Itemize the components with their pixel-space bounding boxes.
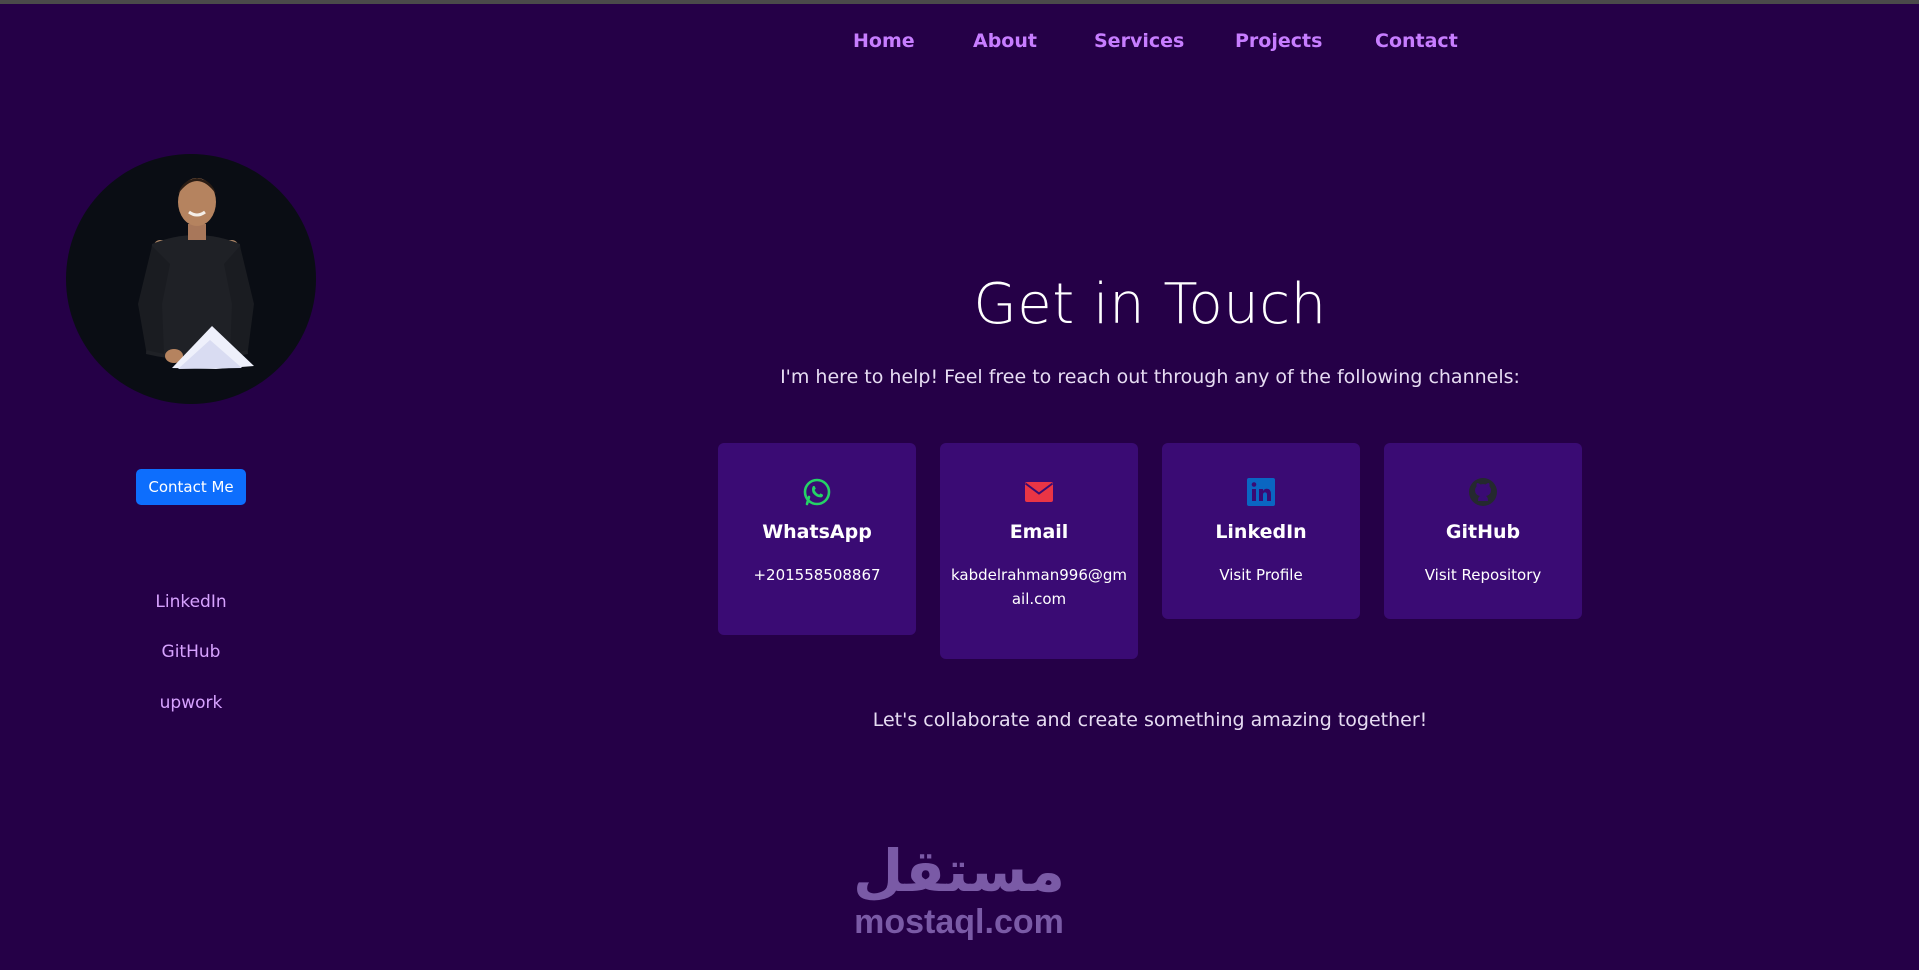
card-whatsapp[interactable]: WhatsApp +201558508867 [718, 443, 916, 635]
sidebar-link-github[interactable]: GitHub [110, 642, 272, 662]
nav-services[interactable]: Services [1094, 30, 1184, 52]
watermark-latin: mostaql.com [854, 903, 1064, 941]
card-title: LinkedIn [1215, 521, 1307, 543]
card-value: kabdelrahman996@gmail.com [951, 566, 1127, 608]
nav-contact[interactable]: Contact [1375, 30, 1458, 52]
watermark-arabic: مستقل [852, 837, 1066, 905]
sidebar-link-linkedin[interactable]: LinkedIn [110, 592, 272, 612]
linkedin-icon [1247, 478, 1275, 506]
nav-home[interactable]: Home [853, 30, 915, 52]
page-title: Get in Touch [973, 272, 1327, 337]
closing-text: Let's collaborate and create something a… [872, 709, 1428, 731]
nav-projects[interactable]: Projects [1235, 30, 1322, 52]
card-github[interactable]: GitHub Visit Repository [1384, 443, 1582, 619]
card-linkedin[interactable]: LinkedIn Visit Profile [1162, 443, 1360, 619]
contact-me-button[interactable]: Contact Me [136, 469, 246, 505]
sidebar-link-upwork[interactable]: upwork [110, 693, 272, 713]
main-nav: Home About Services Projects Contact [820, 30, 1640, 60]
envelope-icon [1024, 482, 1054, 502]
card-title: GitHub [1445, 521, 1521, 543]
github-icon [1469, 478, 1497, 506]
page-subtitle: I'm here to help! Feel free to reach out… [780, 366, 1520, 388]
nav-about[interactable]: About [973, 30, 1037, 52]
card-value: +201558508867 [753, 566, 881, 584]
card-value: Visit Repository [1424, 566, 1542, 584]
mostaql-watermark: مستقل mostaql.com [843, 840, 1075, 950]
avatar [66, 154, 316, 404]
whatsapp-icon [803, 478, 831, 506]
card-title: Email [1009, 521, 1069, 543]
person-photo [138, 178, 254, 369]
card-title: WhatsApp [762, 521, 872, 543]
card-value: Visit Profile [1219, 566, 1303, 584]
browser-top-strip [0, 0, 1919, 4]
card-email[interactable]: Email kabdelrahman996@gmail.com [940, 443, 1138, 659]
